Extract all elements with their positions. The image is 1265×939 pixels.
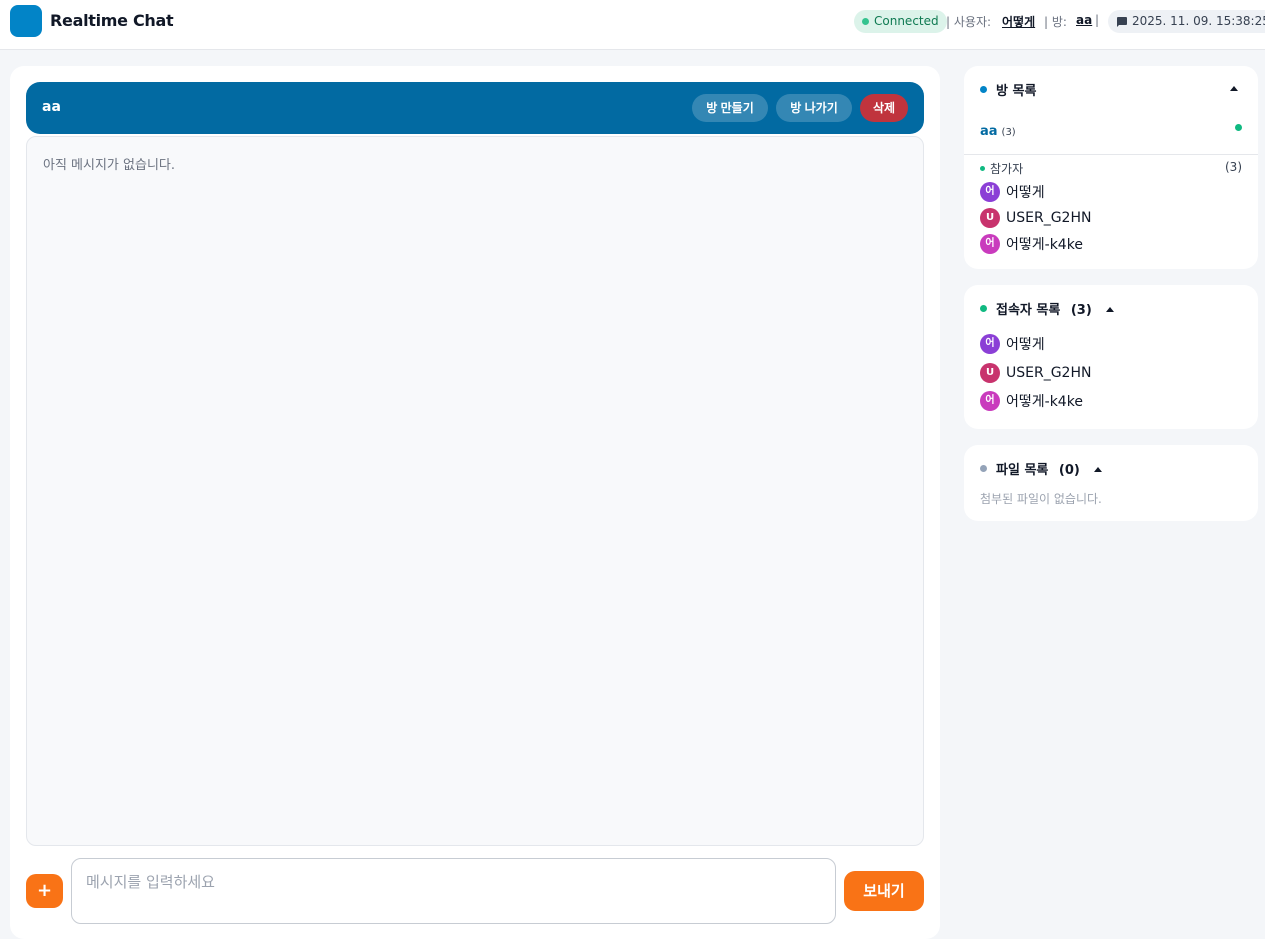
room-active-dot-icon bbox=[1235, 124, 1242, 131]
room-header: aa 방 만들기 방 나가기 삭제 bbox=[26, 82, 924, 134]
connection-status-text: Connected bbox=[874, 14, 939, 28]
header-separator: | bbox=[1095, 13, 1100, 27]
participant-item[interactable]: 어 어떻게-k4ke bbox=[980, 233, 1083, 254]
message-input[interactable] bbox=[71, 858, 836, 924]
avatar: 어 bbox=[980, 390, 1000, 411]
files-list-title: 파일 목록 bbox=[996, 463, 1049, 478]
user-name: 어떻게-k4ke bbox=[1006, 393, 1083, 410]
participants-dot-icon bbox=[980, 166, 985, 171]
user-name: 어떻게 bbox=[1006, 336, 1045, 353]
room-list-header[interactable]: 방 목록 bbox=[980, 80, 1037, 99]
empty-messages-text: 아직 메시지가 없습니다. bbox=[43, 158, 175, 173]
avatar: U bbox=[980, 207, 1000, 228]
participants-header: 참가자 (3) bbox=[980, 160, 1242, 177]
room-list-item[interactable]: aa (3) bbox=[980, 120, 1242, 139]
chat-bubble-icon bbox=[1117, 17, 1127, 27]
room-item-name: aa bbox=[980, 124, 998, 139]
users-list-card: 접속자 목록 (3) 어 어떻게 U USER_G2HN 어 어떻게-k4ke bbox=[964, 285, 1258, 429]
avatar: 어 bbox=[980, 333, 1000, 354]
user-name: USER_G2HN bbox=[1006, 364, 1092, 381]
user-item[interactable]: 어 어떻게-k4ke bbox=[980, 390, 1083, 411]
room-item-count: (3) bbox=[1001, 127, 1016, 138]
avatar: 어 bbox=[980, 233, 1000, 254]
create-room-button[interactable]: 방 만들기 bbox=[692, 94, 768, 122]
leave-room-button[interactable]: 방 나가기 bbox=[776, 94, 852, 122]
room-list-card: 방 목록 aa (3) 참가자 (3) 어 어떻게 U USER_G2HN 어 어떻게-… bbox=[964, 66, 1258, 269]
files-list-card: 파일 목록 (0) 첨부된 파일이 없습니다. bbox=[964, 445, 1258, 521]
participant-name: 어떻게 bbox=[1006, 184, 1045, 201]
users-list-dot-icon bbox=[980, 305, 987, 312]
top-bar: Realtime Chat Connected | 사용자: 어떻게 | 방: … bbox=[0, 0, 1265, 50]
room-label: | 방: bbox=[1044, 15, 1067, 29]
room-list-title: 방 목록 bbox=[996, 84, 1037, 99]
chat-panel: aa 방 만들기 방 나가기 삭제 아직 메시지가 없습니다. + 보내기 bbox=[10, 66, 940, 939]
participant-item[interactable]: U USER_G2HN bbox=[980, 207, 1092, 228]
avatar: 어 bbox=[980, 181, 1000, 202]
current-user-link[interactable]: 어떻게 bbox=[1002, 13, 1035, 30]
users-list-header[interactable]: 접속자 목록 (3) bbox=[980, 299, 1115, 318]
message-list[interactable]: 아직 메시지가 없습니다. bbox=[26, 136, 924, 846]
files-list-dot-icon bbox=[980, 465, 987, 472]
empty-files-text: 첨부된 파일이 없습니다. bbox=[980, 492, 1102, 506]
caret-up-icon[interactable] bbox=[1106, 307, 1115, 312]
participants-label: 참가자 bbox=[990, 162, 1024, 176]
datetime-text: 2025. 11. 09. 15:38:25 bbox=[1132, 14, 1265, 28]
current-room-link[interactable]: aa bbox=[1076, 13, 1092, 27]
participants-count: (3) bbox=[1225, 160, 1242, 174]
avatar: U bbox=[980, 362, 1000, 383]
participant-item[interactable]: 어 어떻게 bbox=[980, 181, 1045, 202]
connection-status-badge: Connected bbox=[854, 10, 947, 33]
users-list-title: 접속자 목록 bbox=[996, 303, 1061, 318]
user-item[interactable]: U USER_G2HN bbox=[980, 362, 1092, 383]
room-title: aa bbox=[42, 99, 61, 115]
app-logo bbox=[10, 5, 42, 37]
delete-room-button[interactable]: 삭제 bbox=[860, 94, 908, 122]
user-label: | 사용자: bbox=[946, 15, 992, 29]
divider bbox=[964, 154, 1258, 155]
participant-name: 어떻게-k4ke bbox=[1006, 236, 1083, 253]
app-title: Realtime Chat bbox=[50, 11, 174, 30]
caret-up-icon[interactable] bbox=[1230, 86, 1238, 91]
files-list-header[interactable]: 파일 목록 (0) bbox=[980, 459, 1103, 478]
user-item[interactable]: 어 어떻게 bbox=[980, 333, 1045, 354]
attach-file-button[interactable]: + bbox=[26, 874, 63, 908]
caret-up-icon[interactable] bbox=[1094, 467, 1103, 472]
send-button[interactable]: 보내기 bbox=[844, 871, 924, 911]
datetime-badge: 2025. 11. 09. 15:38:25 bbox=[1108, 10, 1265, 33]
files-list-count: (0) bbox=[1058, 463, 1080, 478]
participant-name: USER_G2HN bbox=[1006, 209, 1092, 226]
users-list-count: (3) bbox=[1070, 303, 1092, 318]
status-dot-icon bbox=[862, 18, 869, 25]
room-list-dot-icon bbox=[980, 86, 987, 93]
